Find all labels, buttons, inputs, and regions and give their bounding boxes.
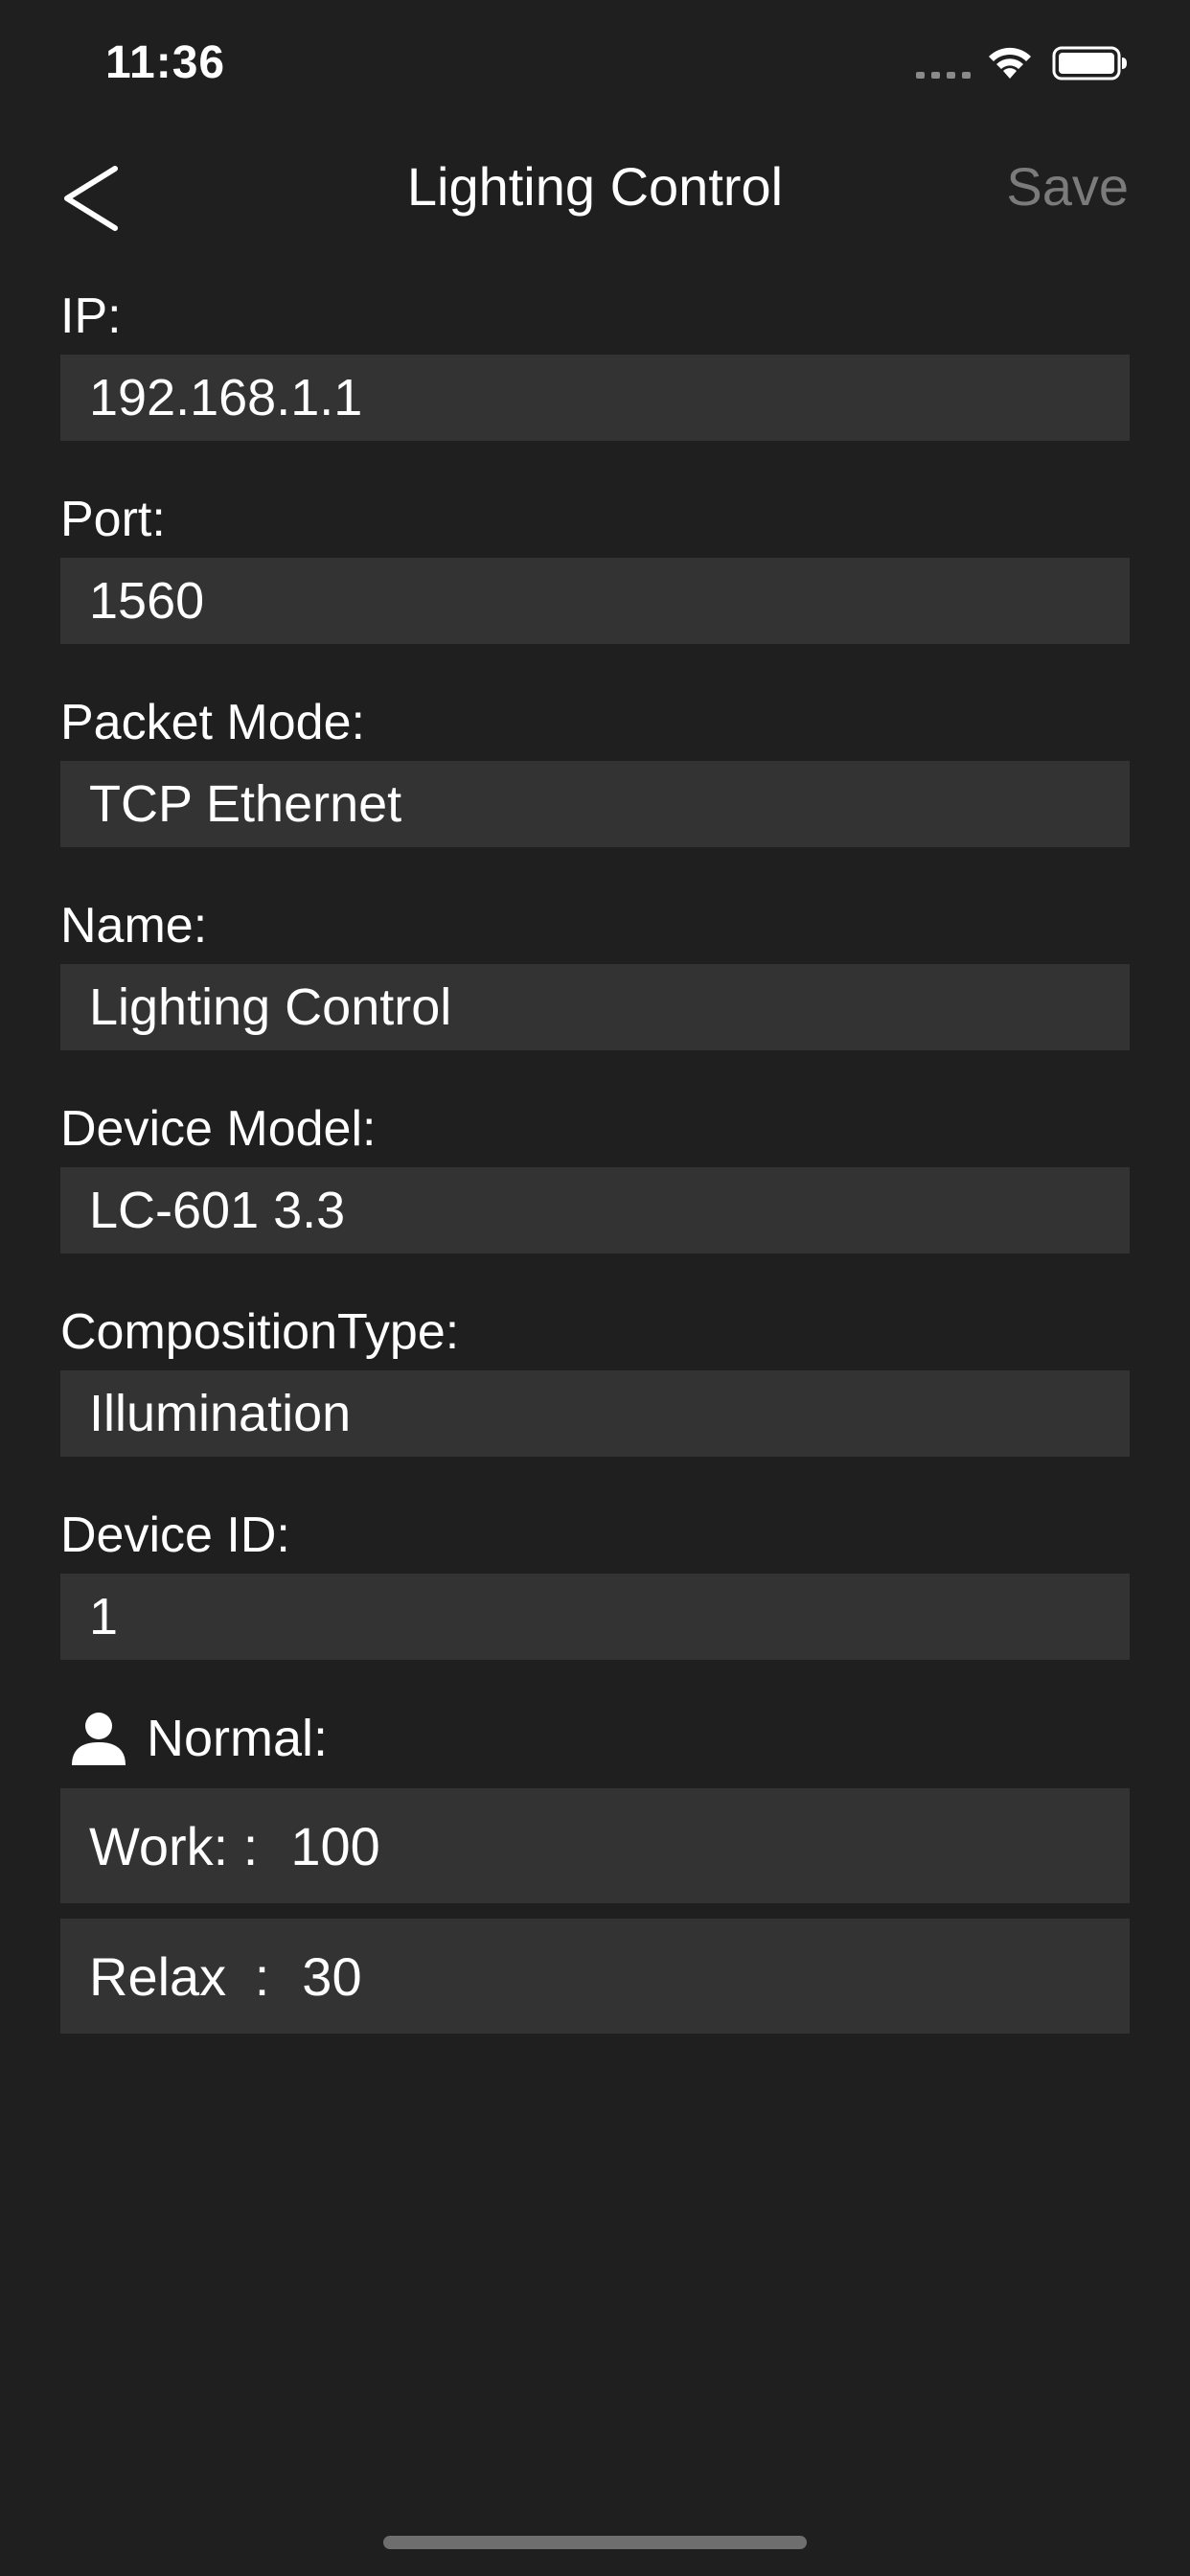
composition-type-label: CompositionType:	[60, 1304, 460, 1360]
device-model-label: Device Model:	[60, 1101, 377, 1157]
ip-field-group: IP:	[60, 278, 1130, 441]
mode-name: Work:	[89, 1815, 243, 1876]
ip-input[interactable]	[60, 355, 1130, 441]
mode-separator: :	[254, 1945, 270, 2007]
device-model-field-group: Device Model:	[60, 1091, 1130, 1254]
device-settings-form: IP: Port: Packet Mode: Name: Device Mode…	[60, 278, 1130, 2049]
name-field-group: Name:	[60, 887, 1130, 1050]
mode-row-work[interactable]: Work: : 100	[60, 1788, 1130, 1903]
name-label: Name:	[60, 898, 208, 954]
save-button[interactable]: Save	[1006, 155, 1129, 218]
normal-section-header: Normal:	[60, 1700, 1130, 1777]
back-button[interactable]	[46, 146, 142, 242]
ip-label: IP:	[60, 288, 122, 344]
cellular-signal-icon	[916, 72, 971, 79]
device-id-label: Device ID:	[60, 1507, 290, 1563]
mode-value: 30	[302, 1945, 362, 2007]
mode-name: Relax	[89, 1945, 241, 2007]
packet-mode-input[interactable]	[60, 761, 1130, 847]
status-time: 11:36	[105, 37, 226, 88]
device-model-input[interactable]	[60, 1167, 1130, 1254]
status-bar: 11:36	[0, 0, 1190, 126]
packet-mode-field-group: Packet Mode:	[60, 684, 1130, 847]
device-id-field-group: Device ID:	[60, 1497, 1130, 1660]
port-input[interactable]	[60, 558, 1130, 644]
mode-row-relax[interactable]: Relax : 30	[60, 1919, 1130, 2034]
port-field-group: Port:	[60, 481, 1130, 644]
navigation-bar: Lighting Control Save	[0, 126, 1190, 253]
composition-type-input[interactable]	[60, 1370, 1130, 1457]
mode-separator: :	[242, 1815, 259, 1876]
packet-mode-label: Packet Mode:	[60, 695, 365, 750]
wifi-icon	[989, 47, 1031, 79]
name-input[interactable]	[60, 964, 1130, 1050]
section-title: Normal:	[147, 1710, 329, 1767]
home-indicator	[383, 2536, 807, 2549]
battery-icon	[1052, 46, 1127, 80]
device-id-input[interactable]	[60, 1574, 1130, 1660]
mode-value: 100	[290, 1815, 380, 1876]
person-icon	[72, 1713, 126, 1765]
chevron-left-icon	[64, 166, 118, 231]
port-label: Port:	[60, 492, 166, 547]
composition-type-field-group: CompositionType:	[60, 1294, 1130, 1457]
